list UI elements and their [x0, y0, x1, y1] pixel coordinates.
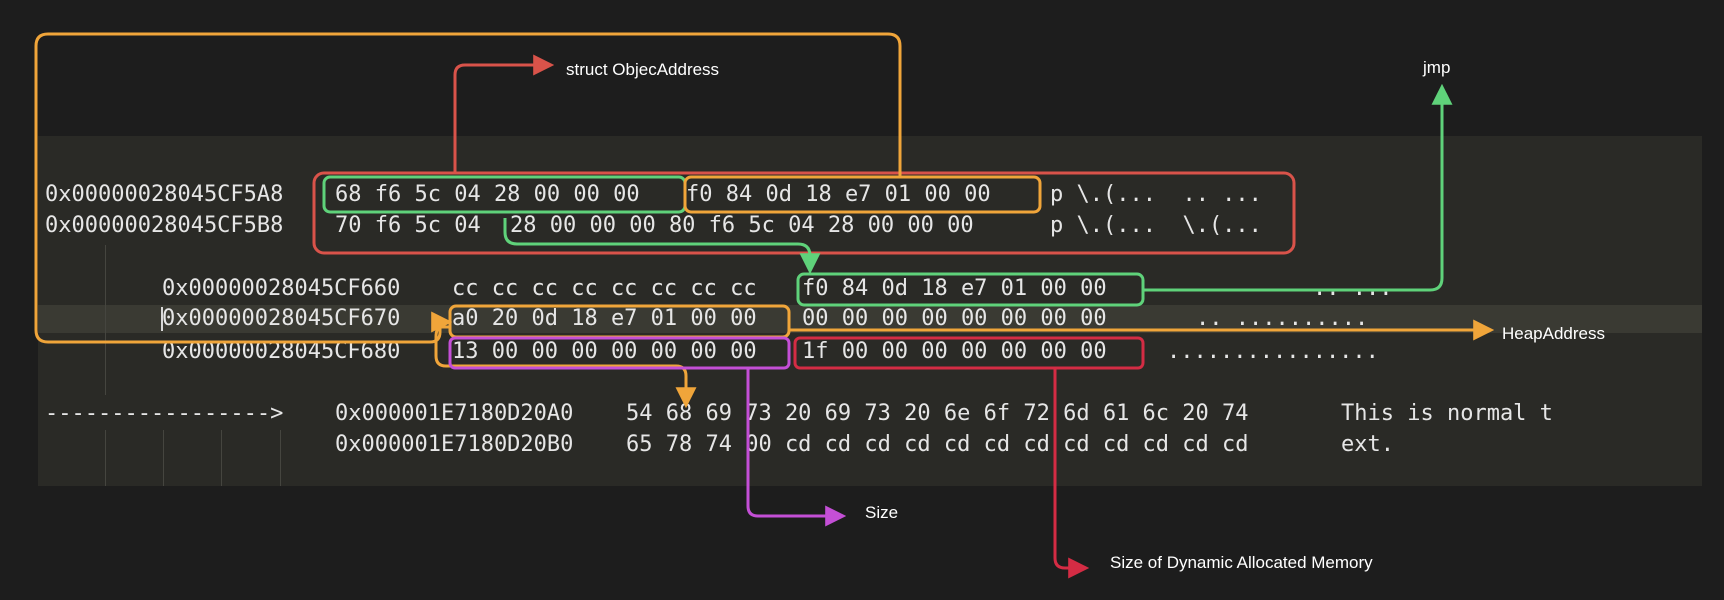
dynamic-size-arrow: [1053, 368, 1090, 579]
orange-box-row4: [448, 304, 791, 339]
struct-label: struct ObjecAddress: [566, 60, 720, 79]
size-box: [448, 336, 791, 370]
dynamic-memory-label: Size of Dynamic Allocated Memory: [1110, 553, 1373, 572]
dynamic-size-box: [793, 336, 1145, 370]
annotation-overlay: [34, 32, 1495, 579]
heap-address-label: HeapAddress: [1502, 324, 1606, 343]
orange-loop-arrow: [34, 32, 902, 344]
size-arrow: [746, 368, 847, 527]
green-box-row1: [322, 175, 687, 214]
orange-box-row1: [683, 175, 1042, 214]
struct-arrow: [453, 54, 555, 173]
memory-diagram: 0x00000028045CF5A8 68 f6 5c 04 28 00 00 …: [0, 0, 1724, 600]
size-label: Size: [865, 503, 899, 522]
jmp-label: jmp: [1423, 58, 1451, 77]
green-link-arrow: [503, 218, 821, 275]
green-box-row3: [796, 272, 1145, 307]
